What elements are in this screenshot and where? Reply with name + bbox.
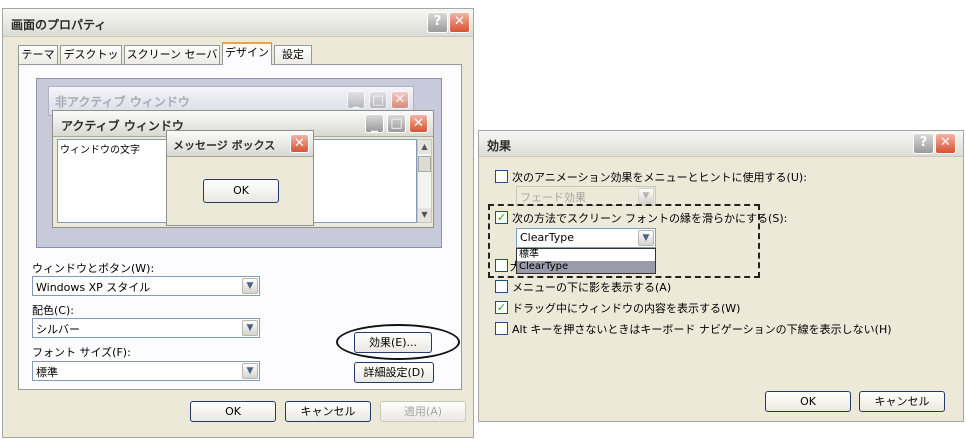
chevron-down-icon[interactable]: ▼ [242, 278, 258, 294]
preview-scrollbar: ▲ ▼ [417, 139, 432, 223]
dialog-title: 画面のプロパティ [11, 18, 107, 32]
font-size-value: 標準 [36, 366, 58, 379]
preview-msgbox-ok-button: OK [203, 179, 279, 203]
close-icon: ✕ [290, 134, 309, 153]
ok-button[interactable]: OK [190, 401, 276, 422]
cancel-button[interactable]: キャンセル [285, 401, 371, 422]
apply-button[interactable]: 適用(A) [380, 401, 466, 422]
chevron-down-icon[interactable]: ▼ [242, 320, 258, 336]
close-icon[interactable]: ✕ [449, 12, 470, 33]
tab-desktop[interactable]: デスクトップ [60, 45, 122, 78]
drag-contents-label: ドラッグ中にウィンドウの内容を表示する(W) [512, 302, 741, 315]
drag-contents-checkbox[interactable]: ✓ [495, 301, 508, 314]
color-scheme-value: シルバー [36, 323, 80, 336]
tab-screensaver[interactable]: スクリーン セーバー [124, 45, 220, 78]
title-bar: 画面のプロパティ ? ✕ [3, 9, 473, 37]
preview-message-box: メッセージ ボックス ✕ OK [166, 130, 314, 226]
scroll-up-icon: ▲ [418, 140, 431, 154]
color-scheme-combo[interactable]: シルバー ▼ [32, 318, 260, 338]
preview-msgbox-titlebar: メッセージ ボックス ✕ [167, 131, 313, 157]
smoothing-highlight-dashed [488, 204, 760, 278]
menu-shadow-label: メニューの下に影を表示する(A) [512, 281, 672, 294]
chevron-down-icon: ▼ [638, 188, 654, 204]
advanced-button[interactable]: 詳細設定(D) [354, 362, 434, 383]
animation-label: 次のアニメーション効果をメニューとヒントに使用する(U): [512, 171, 807, 184]
color-scheme-label: 配色(C): [32, 304, 74, 317]
tab-theme[interactable]: テーマ [18, 45, 58, 64]
minimize-icon: _ [365, 114, 384, 133]
animation-combo-value: フェード効果 [520, 191, 586, 204]
preview-inactive-title: 非アクティブ ウィンドウ [55, 95, 190, 109]
scroll-thumb [418, 156, 431, 172]
effects-title-bar: 効果 ? ✕ [479, 131, 963, 157]
tab-settings[interactable]: 設定 [274, 45, 312, 64]
close-icon: ✕ [391, 91, 409, 109]
windows-buttons-value: Windows XP スタイル [36, 281, 151, 294]
effects-title: 効果 [487, 139, 512, 153]
preview-msgbox-title: メッセージ ボックス [173, 139, 276, 152]
animation-checkbox[interactable] [495, 170, 508, 183]
effects-cancel-button[interactable]: キャンセル [859, 391, 945, 412]
close-icon[interactable]: ✕ [935, 133, 956, 154]
preview-window-text: ウィンドウの文字 [60, 145, 140, 156]
minimize-icon: _ [347, 91, 365, 109]
windows-buttons-label: ウィンドウとボタン(W): [32, 262, 155, 275]
help-icon[interactable]: ? [913, 133, 934, 154]
animation-combo[interactable]: フェード効果 ▼ [516, 186, 656, 206]
font-size-label: フォント サイズ(F): [32, 346, 131, 359]
hide-underline-checkbox[interactable] [495, 322, 508, 335]
hide-underline-label: Alt キーを押さないときはキーボード ナビゲーションの下線を表示しない(H) [512, 323, 892, 336]
effects-ok-button[interactable]: OK [765, 391, 851, 412]
tab-design[interactable]: デザイン [222, 42, 272, 65]
maximize-icon: □ [387, 114, 406, 133]
scroll-down-icon: ▼ [418, 208, 431, 222]
chevron-down-icon[interactable]: ▼ [242, 363, 258, 379]
effects-button[interactable]: 効果(E)... [354, 332, 432, 353]
help-icon[interactable]: ? [427, 12, 448, 33]
close-icon: ✕ [409, 114, 428, 133]
windows-buttons-combo[interactable]: Windows XP スタイル ▼ [32, 276, 260, 296]
maximize-icon: □ [369, 91, 387, 109]
menu-shadow-checkbox[interactable] [495, 280, 508, 293]
font-size-combo[interactable]: 標準 ▼ [32, 361, 260, 381]
